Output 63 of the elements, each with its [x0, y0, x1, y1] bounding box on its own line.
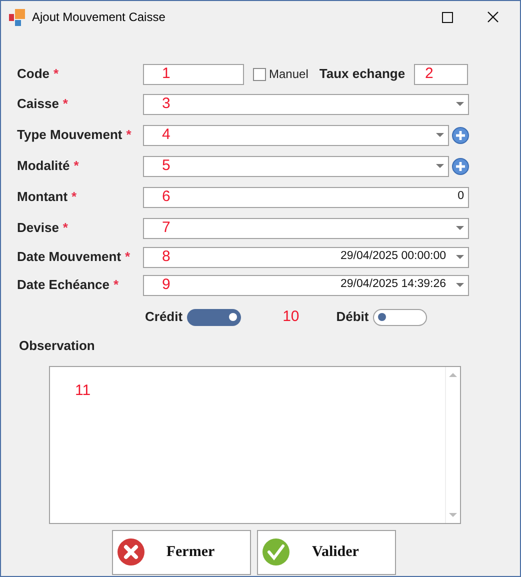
dropdown-caret-icon[interactable] — [456, 255, 464, 259]
field-annotation: 9 — [162, 274, 170, 295]
toggle-label: Crédit — [145, 308, 183, 326]
field-value: 0 — [458, 189, 464, 204]
validate-button[interactable]: Valider — [257, 530, 396, 574]
required-mark: * — [62, 95, 68, 114]
field-label: Montant — [17, 188, 68, 206]
field-annotation: 6 — [162, 186, 170, 207]
dropdown-caret-icon[interactable] — [456, 102, 464, 106]
number-field[interactable]: 6 0 — [143, 186, 469, 208]
field-annotation: 2 — [425, 64, 434, 84]
dropdown-field[interactable]: 7 — [143, 218, 469, 238]
field-label: Caisse — [17, 95, 59, 114]
close-icon — [487, 11, 499, 23]
field-label: Devise — [17, 219, 59, 238]
code-field[interactable]: 1 — [143, 64, 244, 84]
field-label: Date Mouvement — [17, 248, 122, 266]
field-value: 29/04/2025 14:39:26 — [340, 277, 446, 292]
required-mark: * — [126, 126, 132, 144]
required-mark: * — [125, 248, 130, 266]
app-logo-icon — [9, 8, 26, 26]
field-annotation: 5 — [162, 156, 170, 176]
dropdown-caret-icon[interactable] — [456, 283, 464, 287]
close-button[interactable]: Fermer — [112, 530, 251, 574]
field-label: Code — [17, 65, 50, 84]
field-label: Type Mouvement — [17, 126, 122, 144]
dropdown-field[interactable]: 3 — [143, 94, 469, 114]
taux-field[interactable]: 2 — [414, 64, 468, 84]
required-mark: * — [54, 65, 59, 84]
field-label: Modalité — [17, 157, 70, 176]
field-annotation: 4 — [162, 124, 170, 145]
field-annotation: 10 — [282, 306, 300, 327]
dropdown-field[interactable]: 4 — [143, 124, 449, 146]
toggle-label: Débit — [336, 308, 369, 326]
add-icon[interactable] — [452, 158, 469, 174]
field-annotation: 11 — [75, 380, 91, 400]
field-label: Observation — [19, 337, 95, 355]
toggle-switch[interactable] — [186, 308, 241, 326]
maximize-icon — [442, 12, 452, 22]
field-label: Date Echéance — [17, 276, 110, 294]
field-annotation: 8 — [162, 246, 170, 267]
dropdown-caret-icon[interactable] — [456, 226, 464, 230]
add-icon[interactable] — [452, 126, 469, 144]
window-title: Ajout Mouvement Caisse — [32, 9, 166, 26]
required-mark: * — [114, 276, 119, 294]
field-value: 29/04/2025 00:00:00 — [340, 249, 446, 264]
check-icon — [262, 538, 290, 566]
required-mark: * — [62, 219, 68, 238]
required-mark: * — [72, 188, 77, 206]
field-label: Taux echange — [319, 65, 406, 84]
close-icon — [117, 538, 145, 566]
field-annotation: 1 — [162, 64, 170, 84]
date-field[interactable]: 8 29/04/2025 00:00:00 — [143, 246, 469, 268]
dropdown-caret-icon[interactable] — [436, 164, 444, 168]
manuel-checkbox[interactable] — [253, 68, 266, 80]
date-field[interactable]: 9 29/04/2025 14:39:26 — [143, 274, 469, 296]
toggle-switch[interactable] — [372, 308, 427, 326]
dropdown-field[interactable]: 5 — [143, 156, 449, 176]
field-annotation: 7 — [162, 218, 170, 238]
required-mark: * — [74, 157, 79, 176]
checkbox-label: Manuel — [269, 66, 308, 83]
field-annotation: 3 — [162, 94, 170, 114]
dropdown-caret-icon[interactable] — [436, 133, 444, 137]
